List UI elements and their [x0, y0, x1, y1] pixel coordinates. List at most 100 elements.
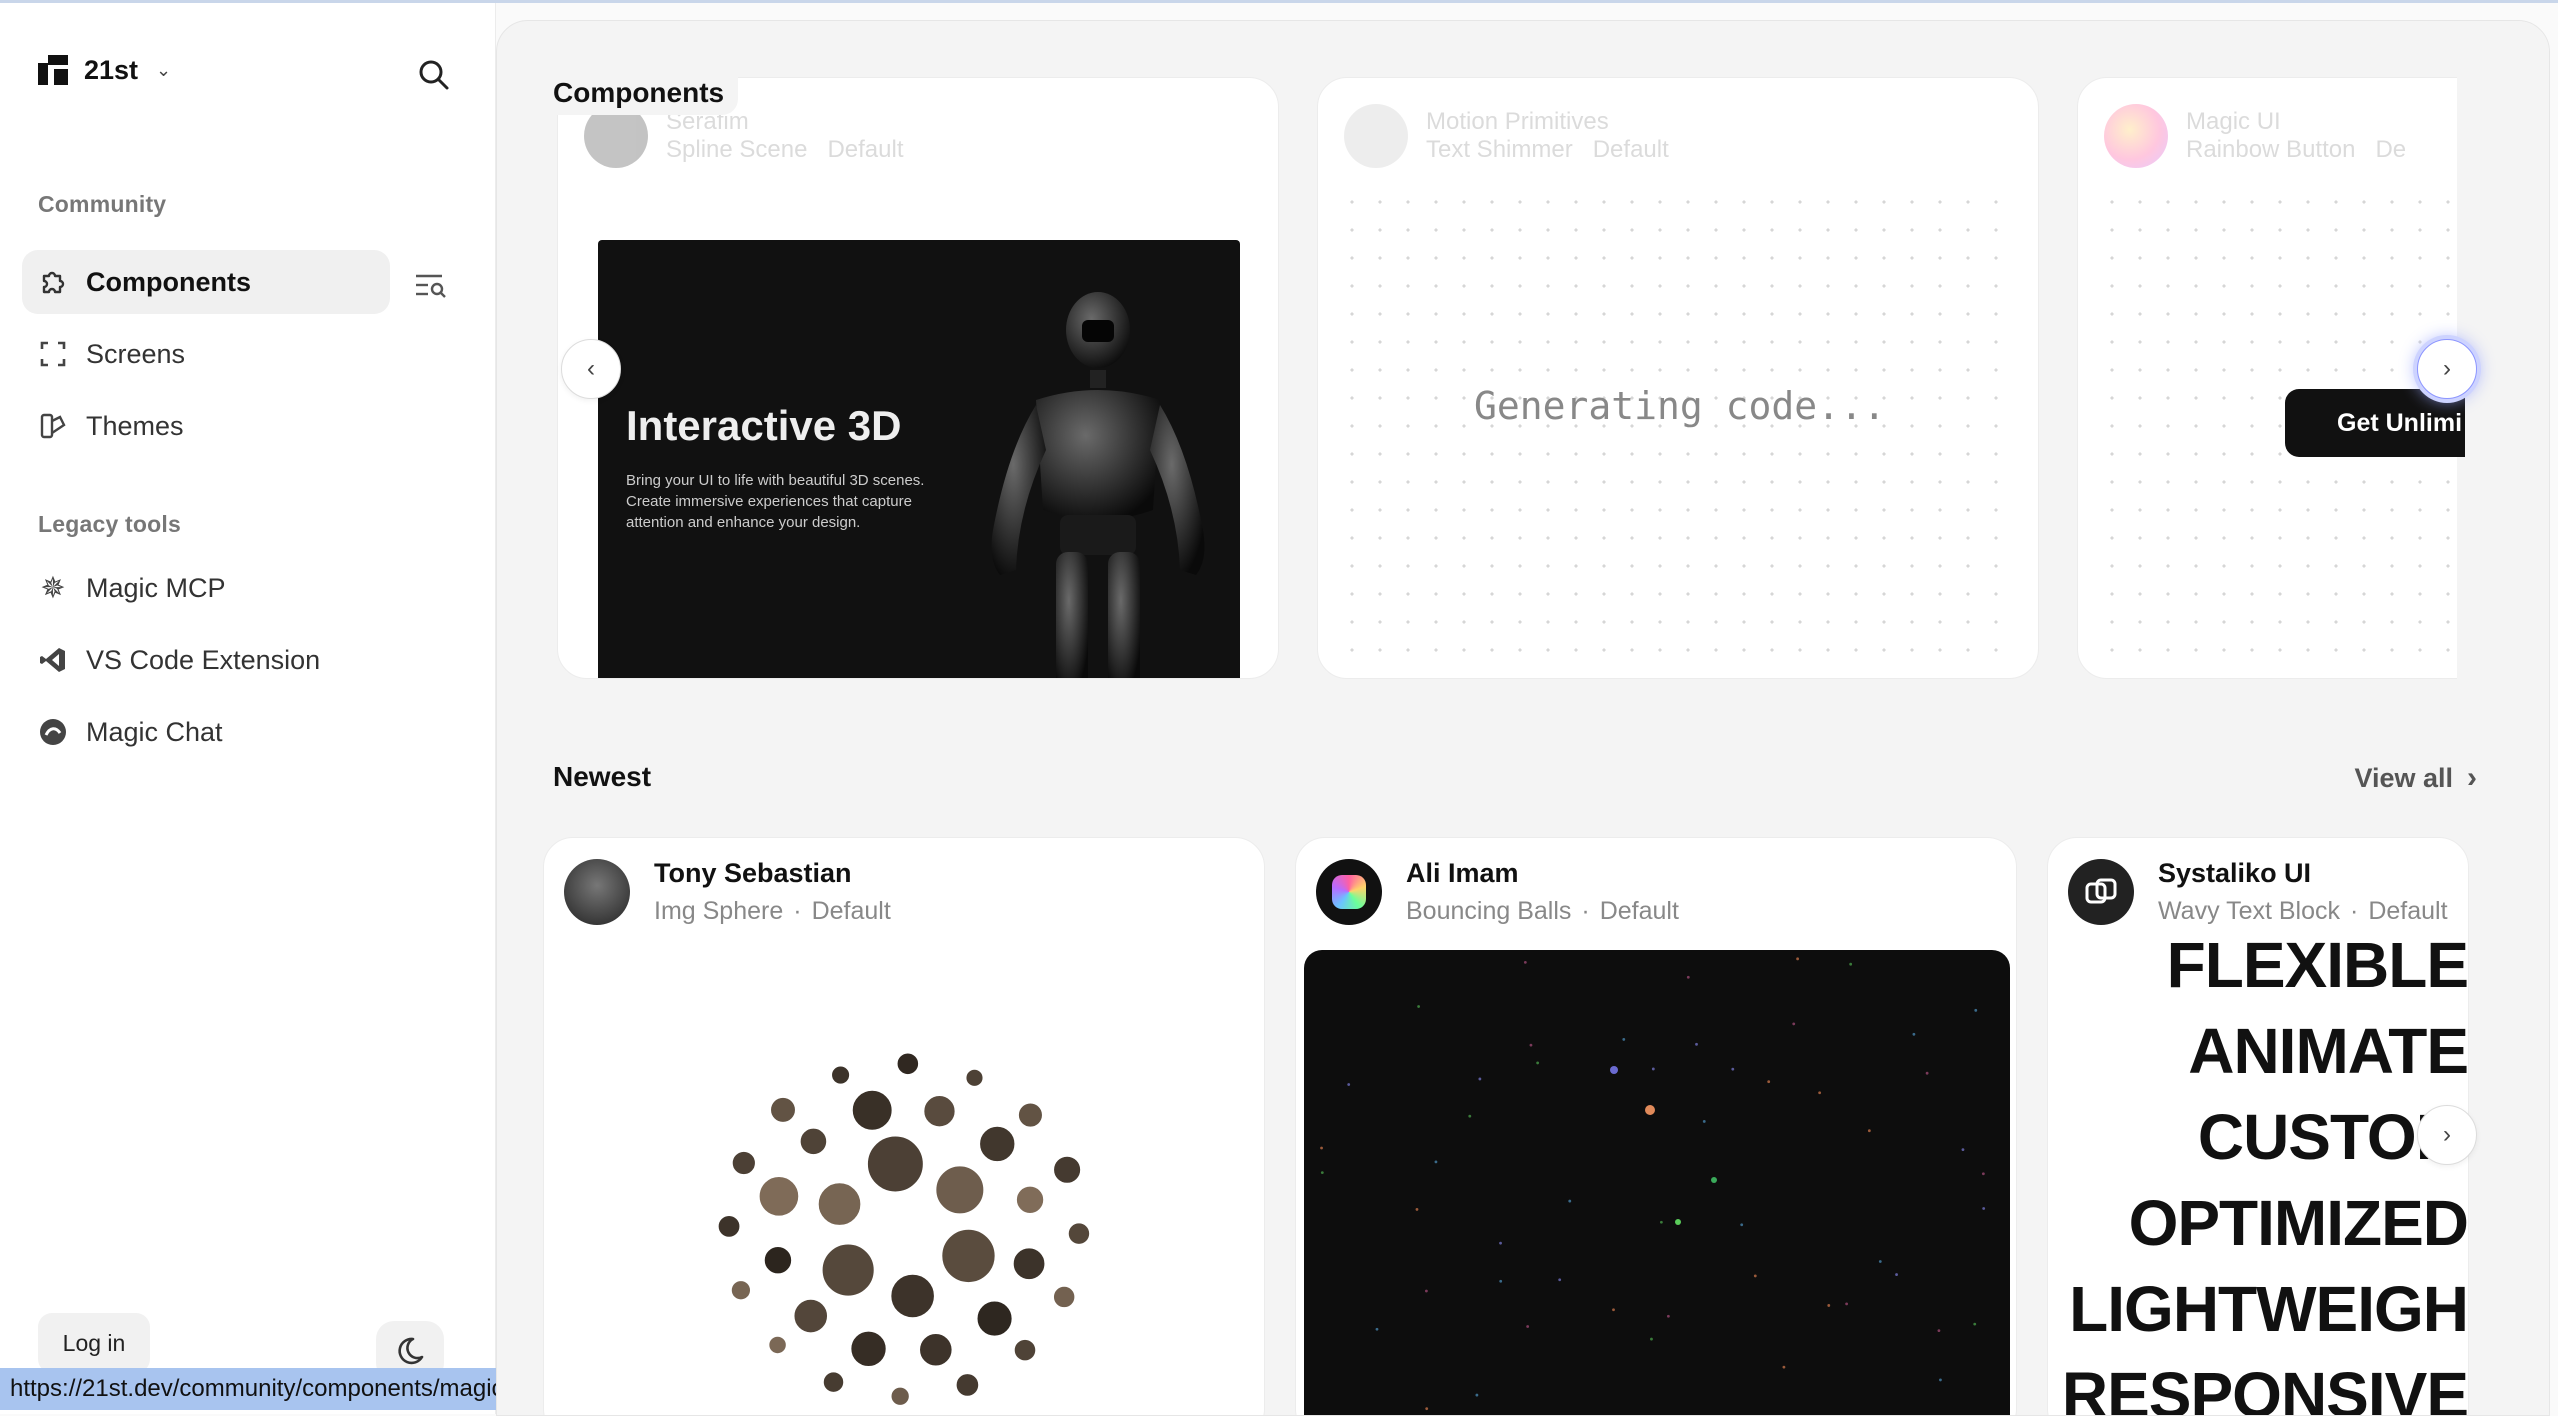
ball-dot	[1961, 1148, 1965, 1152]
chevron-right-icon: ›	[2443, 355, 2451, 382]
screen-frame-icon	[38, 339, 68, 369]
ball-dot	[1523, 960, 1527, 964]
sidebar-item-label: Themes	[86, 410, 184, 441]
card-author: Ali Imam	[1406, 858, 1519, 888]
newest-card[interactable]: Ali Imam Bouncing Balls · Default	[1295, 837, 2017, 1415]
sidebar-item-label: Screens	[86, 338, 186, 369]
ball-dot	[1695, 1042, 1698, 1046]
img-sphere-preview[interactable]	[552, 950, 1256, 1415]
carousel-next-button[interactable]: ›	[2417, 339, 2477, 399]
wavy-text-preview[interactable]: FLEXIBLE ANIMATE CUSTOM OPTIMIZED LIGHTW…	[2056, 938, 2468, 1415]
sphere-avatar	[792, 1297, 830, 1335]
card-header: Ali Imam Bouncing Balls · Default	[1316, 858, 1679, 926]
ball-dot	[1478, 1077, 1482, 1081]
ball-dot	[1686, 975, 1690, 979]
wavy-line: OPTIMIZED	[2128, 1187, 2468, 1259]
ball-dot	[1434, 1160, 1438, 1164]
carousel-card[interactable]: Serafim Spline Scene Default Interactive…	[557, 77, 1279, 679]
filter-search-icon[interactable]	[412, 267, 448, 303]
sphere-avatar	[729, 1279, 753, 1302]
carousel-card[interactable]: Motion Primitives Text Shimmer Default G…	[1317, 77, 2039, 679]
ball-dot	[1468, 1114, 1472, 1118]
card-variant: De	[2375, 136, 2407, 163]
sphere-avatar	[716, 1213, 742, 1239]
ball-dot	[1973, 1322, 1977, 1326]
sphere-avatar	[820, 1242, 876, 1298]
ball-dot	[1558, 1278, 1562, 1282]
ball-dot	[1526, 1325, 1530, 1328]
moon-icon	[398, 1337, 424, 1365]
sphere-avatar	[895, 1051, 921, 1077]
avatar	[2068, 859, 2134, 925]
newest-next-button[interactable]: ›	[2417, 1105, 2477, 1165]
card-component: Bouncing Balls	[1406, 897, 1572, 925]
sphere-avatar	[918, 1331, 954, 1368]
sparkle-icon: ✵	[40, 571, 66, 605]
bouncing-ball	[1675, 1219, 1681, 1225]
ball-dot	[1937, 1329, 1941, 1333]
sphere-avatar	[830, 1064, 852, 1086]
sphere-avatar	[762, 1245, 794, 1276]
carousel-prev-button[interactable]: ‹	[561, 339, 621, 399]
ball-dot	[1424, 1289, 1428, 1293]
ball-dot	[1475, 1393, 1479, 1397]
bouncing-ball	[1711, 1177, 1717, 1183]
ball-dot	[1849, 962, 1853, 966]
sphere-avatar	[1052, 1154, 1083, 1185]
ball-dot	[1568, 1199, 1572, 1203]
ball-dot	[1499, 1279, 1503, 1283]
sidebar-item-themes[interactable]: Themes	[22, 394, 390, 458]
ball-dot	[1536, 1061, 1540, 1065]
sidebar-item-label: Magic MCP	[86, 572, 226, 603]
ball-dot	[1925, 1071, 1929, 1075]
sphere-avatar	[769, 1095, 797, 1124]
sidebar-item-vscode-extension[interactable]: VS Code Extension	[22, 628, 390, 692]
ball-dot	[1753, 1274, 1757, 1278]
ball-dot	[1912, 1032, 1916, 1036]
chat-logo-icon	[38, 717, 68, 747]
sphere-avatar	[934, 1164, 986, 1216]
ball-dot	[1417, 1005, 1421, 1008]
sphere-avatar	[940, 1227, 997, 1285]
view-all-label: View all	[2354, 762, 2453, 793]
rainbow-button-preview[interactable]: Get Unlimi	[2285, 389, 2465, 457]
ball-dot	[1895, 1273, 1898, 1276]
sidebar-item-screens[interactable]: Screens	[22, 322, 390, 386]
avatar	[1344, 104, 1408, 168]
bouncing-balls-preview[interactable]	[1304, 950, 2010, 1415]
sphere-avatar	[954, 1372, 981, 1398]
ball-dot	[1415, 1208, 1419, 1211]
card-header: Tony Sebastian Img Sphere · Default	[564, 858, 891, 926]
wavy-line: ANIMATE	[2188, 1015, 2468, 1087]
chevron-right-icon: ›	[2467, 761, 2477, 794]
sphere-avatar	[816, 1181, 863, 1227]
sphere-avatar	[922, 1094, 957, 1129]
login-button[interactable]: Log in	[38, 1313, 150, 1373]
logo-icon	[38, 55, 68, 85]
newest-card[interactable]: Systaliko UI Wavy Text Block · Default FLE…	[2047, 837, 2469, 1415]
carousel-card[interactable]: Magic UI Rainbow Button De	[2077, 77, 2457, 679]
ball-dot	[1767, 1080, 1771, 1084]
brand-name: 21st	[84, 54, 139, 85]
ball-dot	[1796, 957, 1800, 961]
spline-preview[interactable]: Interactive 3D Bring your UI to life wit…	[598, 240, 1240, 678]
search-icon[interactable]	[414, 55, 452, 93]
newest-card[interactable]: Tony Sebastian Img Sphere · Default	[543, 837, 1265, 1415]
brand-switcher[interactable]: 21st ⌄	[36, 53, 171, 87]
sphere-avatar	[889, 1272, 936, 1320]
right-gutter	[2467, 21, 2549, 1415]
balls-graphic	[1320, 957, 1986, 1411]
sidebar-item-components[interactable]: Components	[22, 250, 390, 314]
card-variant: Default	[1592, 136, 1669, 163]
avatar	[564, 859, 630, 925]
sphere-avatar	[1066, 1221, 1092, 1246]
sidebar-item-magic-chat[interactable]: Magic Chat	[22, 700, 390, 764]
sphere-avatar	[821, 1370, 846, 1394]
ball-dot	[1622, 1038, 1626, 1041]
sphere-avatar	[798, 1126, 829, 1157]
sidebar-item-magic-mcp[interactable]: ✵ Magic MCP	[22, 556, 390, 620]
ball-dot	[1425, 1407, 1429, 1411]
chevron-left-icon: ‹	[587, 355, 595, 382]
view-all-link[interactable]: View all ›	[2354, 761, 2477, 795]
wavy-line: FLEXIBLE	[2166, 938, 2468, 1001]
